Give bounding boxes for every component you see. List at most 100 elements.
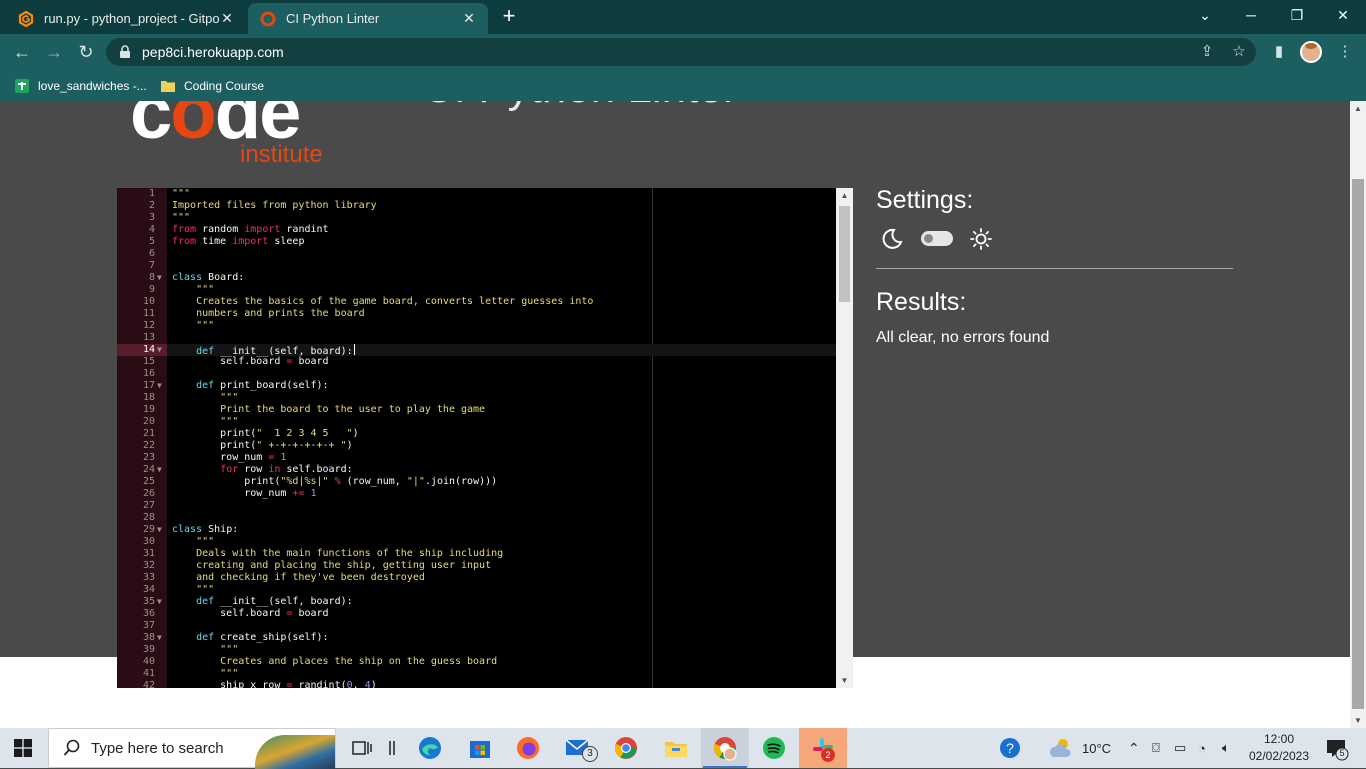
window-scroll-thumb[interactable] xyxy=(1352,179,1364,709)
fold-arrow-icon[interactable]: ▼ xyxy=(157,464,162,476)
chrome-icon[interactable] xyxy=(612,734,640,762)
code-line[interactable]: 30 """ xyxy=(117,536,836,548)
code-line[interactable]: 17 ▼ def print_board(self): xyxy=(117,380,836,392)
code-line[interactable]: 8 ▼ class Board: xyxy=(117,272,836,284)
code-line[interactable]: 6 xyxy=(117,248,836,260)
code-line[interactable]: 2 Imported files from python library xyxy=(117,200,836,212)
code-editor[interactable]: 1 """ 2 Imported files from python library 3… xyxy=(117,188,836,688)
help-icon[interactable]: ? xyxy=(996,734,1024,762)
fold-arrow-icon[interactable]: ▼ xyxy=(157,344,162,356)
firefox-icon[interactable] xyxy=(514,734,542,762)
back-arrow-icon[interactable]: ← xyxy=(10,40,34,64)
scroll-up-arrow-icon[interactable]: ▲ xyxy=(1350,104,1366,113)
bookmark-coding-course[interactable]: Coding Course xyxy=(160,76,264,96)
code-line[interactable]: 13 xyxy=(117,332,836,344)
code-line[interactable]: 39 """ xyxy=(117,644,836,656)
code-line[interactable]: 4 from random import randint xyxy=(117,224,836,236)
code-line[interactable]: 26 row_num += 1 xyxy=(117,488,836,500)
code-line[interactable]: 12 """ xyxy=(117,320,836,332)
code-line[interactable]: 19 Print the board to the user to play t… xyxy=(117,404,836,416)
volume-icon[interactable]: 🔈︎ xyxy=(1222,728,1230,768)
theme-toggle[interactable] xyxy=(921,231,953,246)
battery-icon[interactable]: ▭ xyxy=(1174,728,1186,768)
microsoft-store-icon[interactable] xyxy=(466,734,494,762)
code-line[interactable]: 38 ▼ def create_ship(self): xyxy=(117,632,836,644)
reload-icon[interactable]: ↻ xyxy=(74,40,98,64)
window-scrollbar[interactable]: ▲ ▼ xyxy=(1350,101,1366,728)
browser-menu-icon[interactable]: ⋮ xyxy=(1334,41,1356,63)
code-text: print(" 1 2 3 4 5 ") xyxy=(172,428,359,439)
profile-avatar[interactable] xyxy=(1300,41,1322,63)
code-line[interactable]: 28 xyxy=(117,512,836,524)
chevron-up-icon[interactable]: ⌃ xyxy=(1128,728,1140,768)
scroll-up-arrow-icon[interactable]: ▲ xyxy=(836,191,853,200)
code-line[interactable]: 23 row_num = 1 xyxy=(117,452,836,464)
code-line[interactable]: 36 self.board = board xyxy=(117,608,836,620)
code-line[interactable]: 21 print(" 1 2 3 4 5 ") xyxy=(117,428,836,440)
editor-scrollbar[interactable]: ▲ ▼ xyxy=(836,188,853,688)
fold-arrow-icon[interactable]: ▼ xyxy=(157,632,162,644)
code-line[interactable]: 27 xyxy=(117,500,836,512)
editor-scroll-thumb[interactable] xyxy=(839,206,850,302)
bookmark-love-sandwiches[interactable]: love_sandwiches -... xyxy=(14,76,147,96)
network-icon[interactable]: ◔ xyxy=(1198,728,1206,768)
code-line[interactable]: 11 numbers and prints the board xyxy=(117,308,836,320)
fold-arrow-icon[interactable]: ▼ xyxy=(157,272,162,284)
close-tab-icon[interactable]: ✕ xyxy=(220,10,234,27)
restore-button[interactable]: ❐ xyxy=(1274,0,1320,34)
omnibox[interactable]: pep8ci.herokuapp.com xyxy=(106,38,1256,66)
chrome-profile-icon[interactable] xyxy=(711,734,739,762)
fold-arrow-icon[interactable]: ▼ xyxy=(157,380,162,392)
fold-arrow-icon[interactable]: ▼ xyxy=(157,524,162,536)
code-line[interactable]: 29 ▼ class Ship: xyxy=(117,524,836,536)
code-line[interactable]: 22 print(" +-+-+-+-+-+ ") xyxy=(117,440,836,452)
task-view-icon[interactable] xyxy=(348,734,376,762)
tab-gitpod[interactable]: run.py - python_project - Gitpod ✕ xyxy=(6,3,246,34)
code-line[interactable]: 32 creating and placing the ship, gettin… xyxy=(117,560,836,572)
code-line[interactable]: 31 Deals with the main functions of the … xyxy=(117,548,836,560)
new-tab-button[interactable]: + xyxy=(498,5,520,28)
scroll-down-arrow-icon[interactable]: ▼ xyxy=(1350,716,1366,725)
code-line[interactable]: 33 and checking if they've been destroye… xyxy=(117,572,836,584)
spotify-icon[interactable] xyxy=(760,734,788,762)
close-window-button[interactable]: ✕ xyxy=(1320,0,1366,34)
code-line[interactable]: 9 """ xyxy=(117,284,836,296)
weather-temperature[interactable]: 10°C xyxy=(1082,728,1111,768)
code-line[interactable]: 24 ▼ for row in self.board: xyxy=(117,464,836,476)
widgets-divider-icon[interactable] xyxy=(378,734,406,762)
meet-now-icon[interactable]: ⌼ xyxy=(1152,728,1160,768)
code-line[interactable]: 10 Creates the basics of the game board,… xyxy=(117,296,836,308)
system-clock[interactable]: 12:00 02/02/2023 xyxy=(1248,731,1310,765)
tab-ci-python-linter[interactable]: CI Python Linter ✕ xyxy=(248,3,488,34)
code-line[interactable]: 37 xyxy=(117,620,836,632)
minimize-button[interactable]: ─ xyxy=(1228,0,1274,34)
code-line[interactable]: 15 self.board = board xyxy=(117,356,836,368)
code-line[interactable]: 25 print("%d|%s|" % (row_num, "|".join(r… xyxy=(117,476,836,488)
code-line[interactable]: 20 """ xyxy=(117,416,836,428)
code-line[interactable]: 40 Creates and places the ship on the gu… xyxy=(117,656,836,668)
code-line[interactable]: 5 from time import sleep xyxy=(117,236,836,248)
windows-start-icon[interactable] xyxy=(14,739,32,757)
code-line[interactable]: 16 xyxy=(117,368,836,380)
code-line[interactable]: 35 ▼ def __init__(self, board): xyxy=(117,596,836,608)
forward-arrow-icon[interactable]: → xyxy=(42,40,66,64)
file-explorer-icon[interactable] xyxy=(662,734,690,762)
side-panel-icon[interactable]: ▮ xyxy=(1268,41,1290,63)
fold-arrow-icon[interactable]: ▼ xyxy=(157,596,162,608)
code-line[interactable]: 1 """ xyxy=(117,188,836,200)
code-line[interactable]: 42 ship_x_row = randint(0, 4) xyxy=(117,680,836,688)
edge-icon[interactable] xyxy=(416,734,444,762)
scroll-down-arrow-icon[interactable]: ▼ xyxy=(836,676,853,685)
code-line[interactable]: 14 ▼ def __init__(self, board): xyxy=(117,344,836,357)
code-line[interactable]: 34 """ xyxy=(117,584,836,596)
bookmark-star-icon[interactable]: ☆ xyxy=(1228,41,1250,63)
close-tab-icon[interactable]: ✕ xyxy=(462,10,476,27)
code-line[interactable]: 41 """ xyxy=(117,668,836,680)
tab-search-chevron-icon[interactable]: ⌄ xyxy=(1182,0,1228,34)
code-line[interactable]: 7 xyxy=(117,260,836,272)
share-icon[interactable]: ⇪ xyxy=(1196,41,1218,63)
weather-cloud-icon[interactable] xyxy=(1046,734,1074,762)
code-line[interactable]: 3 """ xyxy=(117,212,836,224)
code-line[interactable]: 18 """ xyxy=(117,392,836,404)
taskbar-search-box[interactable]: Type here to search xyxy=(48,728,336,769)
